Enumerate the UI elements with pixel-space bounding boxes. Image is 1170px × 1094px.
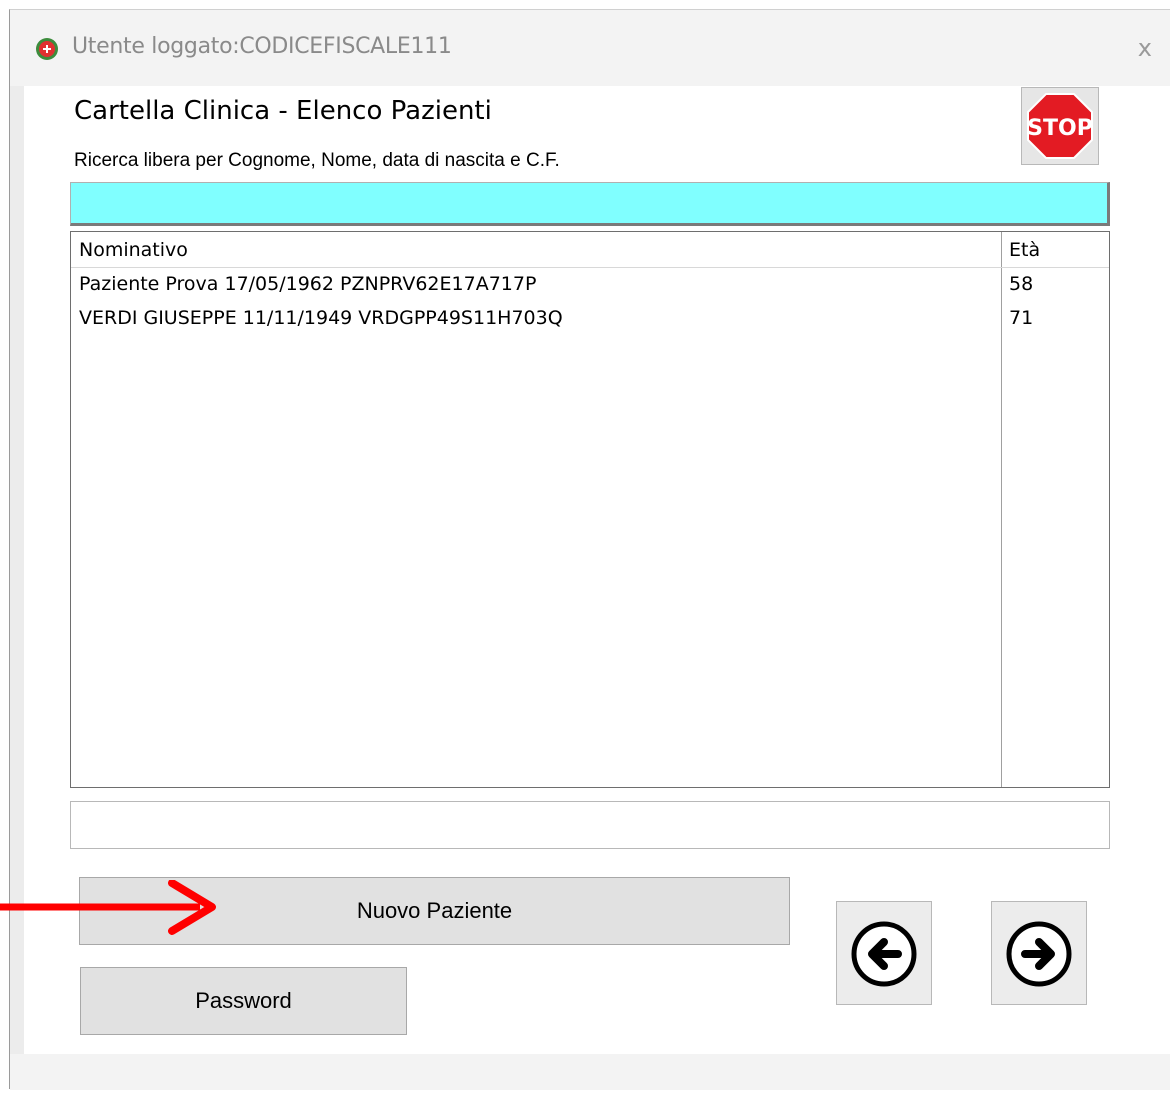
annotation-arrow-icon (0, 880, 216, 935)
column-header-nominativo[interactable]: Nominativo (79, 239, 188, 261)
arrow-left-icon (851, 921, 917, 987)
column-header-eta[interactable]: Età (1009, 239, 1040, 261)
patient-list[interactable]: Nominativo Età Paziente Prova 17/05/1962… (70, 231, 1110, 788)
search-input[interactable] (70, 182, 1110, 226)
stop-sign-label: STOP (1027, 116, 1093, 141)
stop-sign-icon: STOP (1027, 93, 1093, 159)
row-eta: 71 (1009, 307, 1034, 329)
row-nominativo: Paziente Prova 17/05/1962 PZNPRV62E17A71… (79, 273, 537, 295)
app-medical-icon (36, 38, 58, 60)
close-icon[interactable]: x (1138, 34, 1152, 62)
list-header: Nominativo Età (71, 232, 1109, 268)
previous-button[interactable] (836, 901, 932, 1005)
next-button[interactable] (991, 901, 1087, 1005)
arrow-right-icon (1006, 921, 1072, 987)
list-row[interactable]: VERDI GIUSEPPE 11/11/1949 VRDGPP49S11H70… (71, 302, 1109, 336)
status-field (70, 801, 1110, 849)
title-bar: Utente loggato:CODICEFISCALE111 x (10, 10, 1170, 86)
list-row[interactable]: Paziente Prova 17/05/1962 PZNPRV62E17A71… (71, 268, 1109, 302)
stop-button[interactable]: STOP (1021, 87, 1099, 165)
window-title: Utente loggato:CODICEFISCALE111 (72, 34, 452, 59)
search-hint-label: Ricerca libera per Cognome, Nome, data d… (74, 150, 560, 171)
row-nominativo: VERDI GIUSEPPE 11/11/1949 VRDGPP49S11H70… (79, 307, 563, 329)
bottom-status-bar (10, 1054, 1170, 1090)
row-eta: 58 (1009, 273, 1034, 295)
password-button[interactable]: Password (80, 967, 407, 1035)
page-title: Cartella Clinica - Elenco Pazienti (74, 96, 492, 126)
